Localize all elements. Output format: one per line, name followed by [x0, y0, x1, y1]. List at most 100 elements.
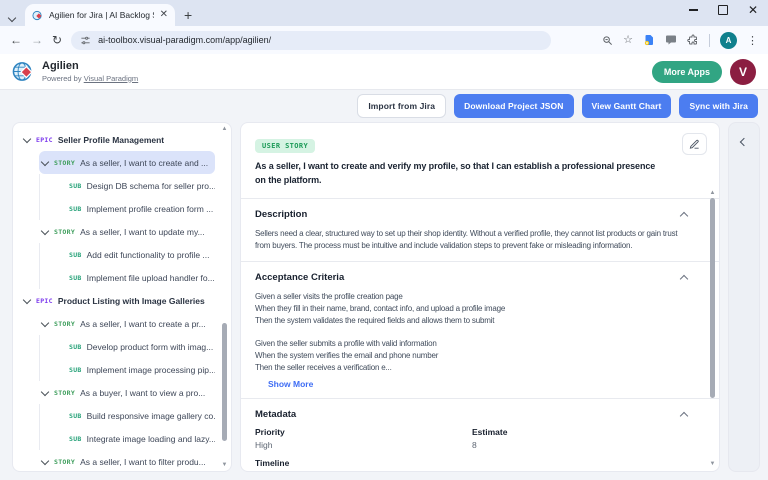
browser-tab[interactable]: Agilien for Jira | AI Backlog Stru ✕ [25, 4, 175, 26]
scrollbar-thumb[interactable] [710, 198, 715, 398]
tree-item-story[interactable]: STORY As a seller, I want to create a pr.… [19, 312, 215, 335]
menu-kebab-icon[interactable]: ⋮ [747, 34, 758, 47]
back-icon[interactable]: ← [10, 34, 22, 46]
site-settings-tune-icon[interactable] [80, 35, 91, 46]
address-bar[interactable]: ai-toolbox.visual-paradigm.com/app/agili… [71, 31, 551, 50]
scrollbar-thumb[interactable] [222, 323, 227, 441]
tree-item-sub[interactable]: SUBImplement profile creation form ... [19, 197, 215, 220]
user-avatar[interactable]: V [730, 59, 756, 85]
url-text: ai-toolbox.visual-paradigm.com/app/agili… [98, 35, 271, 45]
chevron-down-icon[interactable] [23, 296, 31, 304]
tree-item-label: Implement file upload handler fo... [87, 273, 215, 283]
sub-type-badge: SUB [69, 412, 82, 420]
tree-item-sub[interactable]: SUBAdd edit functionality to profile ... [19, 243, 215, 266]
acceptance-criteria-line: Given a seller visits the profile creati… [255, 291, 689, 303]
metadata-section-header[interactable]: Metadata [255, 399, 689, 420]
sync-with-jira-button[interactable]: Sync with Jira [679, 94, 758, 118]
scroll-down-icon[interactable]: ▼ [710, 460, 716, 468]
scroll-down-icon[interactable]: ▼ [222, 461, 228, 469]
more-apps-button[interactable]: More Apps [652, 61, 722, 83]
import-from-jira-button[interactable]: Import from Jira [357, 94, 446, 118]
sub-type-badge: SUB [69, 182, 82, 190]
blank-line [255, 327, 689, 338]
tab-search-button[interactable] [9, 15, 15, 21]
metadata-value: High [255, 440, 472, 451]
story-type-badge: STORY [54, 458, 75, 466]
tree-item-label: As a seller, I want to filter produ... [80, 457, 206, 467]
window-minimize-icon[interactable] [689, 9, 698, 11]
detail-scrollbar[interactable]: ▲ ▼ [707, 189, 718, 468]
app-header: Agilien Powered by Visual Paradigm More … [0, 54, 768, 90]
chevron-down-icon[interactable] [41, 319, 49, 327]
browser-profile-avatar[interactable]: A [720, 32, 737, 49]
tree-item-epic[interactable]: EPICProduct Listing with Image Galleries [19, 289, 215, 312]
sub-type-badge: SUB [69, 274, 82, 282]
acceptance-criteria-line: Then the seller receives a verification … [255, 362, 689, 374]
sidebar-scrollbar[interactable]: ▲ ▼ [219, 125, 230, 469]
zoom-icon[interactable] [602, 35, 613, 46]
docs-extension-icon[interactable] [643, 34, 655, 46]
tree-item-label: Design DB schema for seller pro... [87, 181, 215, 191]
tree-item-sub[interactable]: SUBDevelop product form with imag... [19, 335, 215, 358]
reload-icon[interactable]: ↻ [52, 34, 62, 46]
collapse-chevron-icon[interactable] [680, 412, 688, 420]
bookmark-star-icon[interactable]: ☆ [623, 35, 633, 46]
toolbar-right-icons: ☆ A ⋮ [602, 32, 758, 49]
acceptance-criteria-line: Given the seller submits a profile with … [255, 338, 689, 350]
backlog-tree: EPICSeller Profile ManagementSTORYAs a s… [13, 128, 231, 472]
tree-item-sub[interactable]: SUB Design DB schema for seller pro... [19, 174, 215, 197]
acceptance-criteria-line: When they fill in their name, brand, con… [255, 303, 689, 315]
tree-item-sub[interactable]: SUB Implement file upload handler fo... [19, 266, 215, 289]
show-more-link[interactable]: Show More [268, 379, 689, 389]
tree-item-label: As a buyer, I want to view a pro... [80, 388, 205, 398]
visual-paradigm-link[interactable]: Visual Paradigm [84, 74, 138, 83]
tree-item-label: Build responsive image gallery co... [87, 411, 215, 421]
forward-icon[interactable]: → [31, 34, 43, 46]
acceptance-section-header[interactable]: Acceptance Criteria [255, 262, 689, 283]
scroll-up-icon[interactable]: ▲ [710, 189, 716, 197]
download-project-json-button[interactable]: Download Project JSON [454, 94, 573, 118]
chevron-down-icon[interactable] [41, 457, 49, 465]
collapsed-side-panel[interactable] [728, 122, 760, 472]
acceptance-criteria-list: Given a seller visits the profile creati… [255, 291, 689, 374]
metadata-value: 8 [472, 440, 689, 451]
view-gantt-chart-button[interactable]: View Gantt Chart [582, 94, 672, 118]
description-body: Sellers need a clear, structured way to … [255, 228, 689, 252]
sub-type-badge: SUB [69, 435, 82, 443]
expand-panel-chevron-icon[interactable] [740, 138, 748, 146]
edit-story-button[interactable] [682, 133, 707, 155]
story-title: As a seller, I want to create and verify… [255, 160, 705, 188]
chevron-down-icon[interactable] [23, 135, 31, 143]
story-type-badge: STORY [54, 320, 75, 328]
toolbar-divider [709, 34, 710, 47]
backlog-tree-panel: EPICSeller Profile ManagementSTORYAs a s… [12, 122, 232, 472]
tree-item-story[interactable]: STORYAs a buyer, I want to view a pro... [19, 381, 215, 404]
scroll-up-icon[interactable]: ▲ [222, 125, 228, 133]
metadata-label: Timeline [255, 458, 472, 469]
metadata-grid: PriorityHighEstimate8Timeline2026-01-05 … [255, 427, 689, 472]
chevron-down-icon[interactable] [41, 158, 49, 166]
window-maximize-icon[interactable] [718, 5, 728, 15]
chevron-down-icon[interactable] [41, 227, 49, 235]
chevron-down-icon[interactable] [41, 388, 49, 396]
metadata-label: Priority [255, 427, 472, 438]
description-section-header[interactable]: Description [255, 199, 689, 220]
tree-item-story[interactable]: STORYAs a seller, I want to update my... [19, 220, 215, 243]
collapse-chevron-icon[interactable] [680, 212, 688, 220]
tree-item-sub[interactable]: SUBIntegrate image loading and lazy... [19, 427, 215, 450]
tree-item-story[interactable]: STORY As a seller, I want to filter produ… [19, 450, 215, 472]
metadata-field-timeline: Timeline2026-01-05 ~ 2026-01-12 [255, 458, 472, 472]
tree-item-epic[interactable]: EPICSeller Profile Management [19, 128, 215, 151]
tree-item-label: Implement profile creation form ... [87, 204, 214, 214]
tree-item-story[interactable]: STORYAs a seller, I want to create and .… [39, 151, 215, 174]
tree-item-sub[interactable]: SUB Build responsive image gallery co... [19, 404, 215, 427]
chat-extension-icon[interactable] [665, 34, 677, 46]
tree-item-sub[interactable]: SUBImplement image processing pip... [19, 358, 215, 381]
collapse-chevron-icon[interactable] [680, 275, 688, 283]
story-detail-panel: USER STORY As a seller, I want to create… [240, 122, 720, 472]
new-tab-button[interactable]: + [184, 8, 192, 22]
window-close-icon[interactable]: ✕ [748, 6, 758, 14]
tree-item-label: As a seller, I want to create a pr... [80, 319, 206, 329]
tab-close-icon[interactable]: ✕ [160, 10, 168, 20]
extensions-puzzle-icon[interactable] [687, 34, 699, 46]
